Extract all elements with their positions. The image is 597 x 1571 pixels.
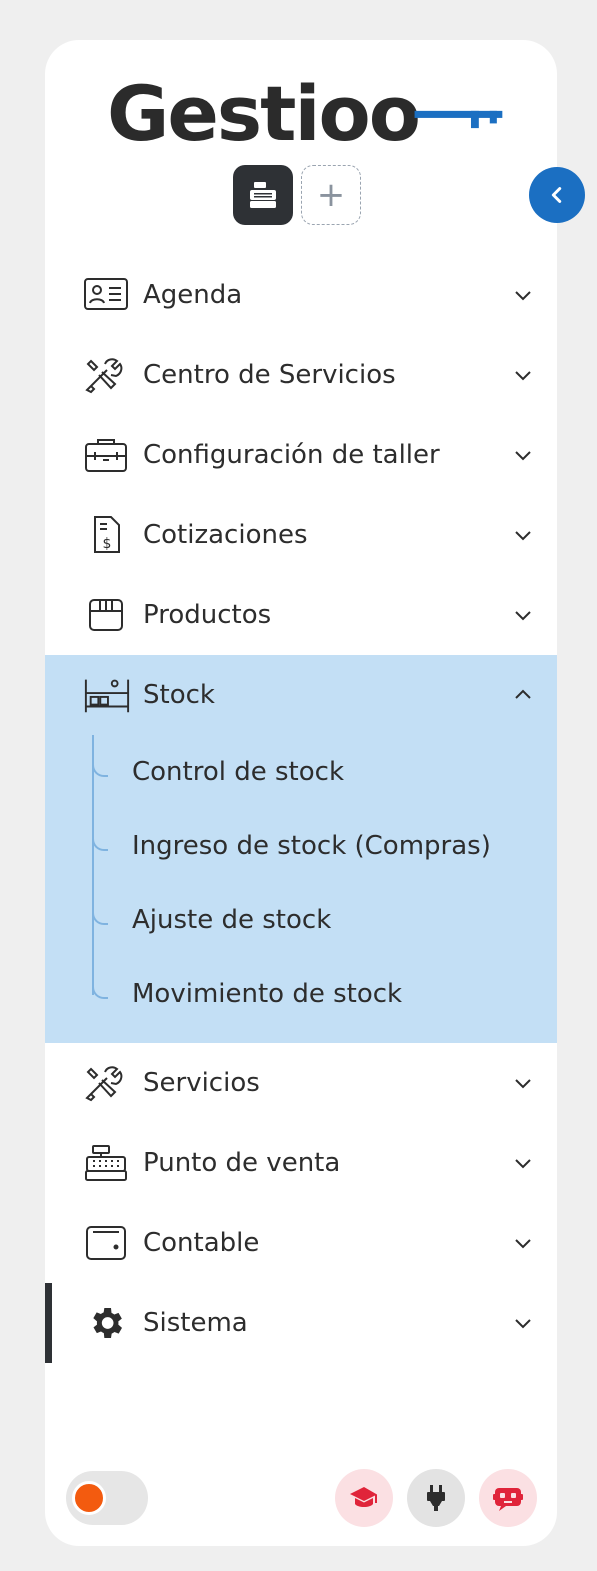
- gear-icon: [83, 1303, 131, 1343]
- chevron-down-icon: [515, 1159, 531, 1169]
- menu-item-label: Stock: [143, 680, 215, 710]
- chevron-down-icon: [515, 291, 531, 301]
- menu-item-sistema[interactable]: Sistema: [45, 1283, 557, 1363]
- support-chat-button[interactable]: [479, 1469, 537, 1527]
- submenu-item-control-de-stock[interactable]: Control de stock: [45, 735, 557, 809]
- submenu-item-label: Ingreso de stock (Compras): [132, 831, 491, 861]
- theme-toggle[interactable]: [66, 1471, 148, 1525]
- menu-item-label: Cotizaciones: [143, 520, 308, 550]
- chevron-down-icon: [515, 611, 531, 621]
- tree-branch: [92, 983, 108, 999]
- graduation-cap-icon: [350, 1487, 377, 1507]
- sidebar: Gestioo + Agenda Centro de Servicios Con…: [45, 40, 557, 1546]
- menu-item-label: Agenda: [143, 280, 243, 310]
- invoice-icon: $: [83, 515, 131, 555]
- stock-section: Stock Control de stock Ingreso de stock …: [45, 655, 557, 1043]
- workspace-pos-button[interactable]: [233, 165, 293, 225]
- chevron-down-icon: [515, 1319, 531, 1329]
- collapse-sidebar-button[interactable]: [529, 167, 585, 223]
- menu-item-centro-de-servicios[interactable]: Centro de Servicios: [45, 335, 557, 415]
- menu-item-cotizaciones[interactable]: $ Cotizaciones: [45, 495, 557, 575]
- plus-icon: +: [316, 175, 346, 215]
- chevron-down-icon: [515, 531, 531, 541]
- menu-item-agenda[interactable]: Agenda: [45, 255, 557, 335]
- cash-register-icon: [250, 182, 276, 208]
- cash-register-icon: [83, 1143, 131, 1183]
- logo-text: Gestioo: [107, 69, 421, 158]
- menu-item-label: Contable: [143, 1228, 260, 1258]
- menu-item-servicios[interactable]: Servicios: [45, 1043, 557, 1123]
- svg-text:$: $: [103, 536, 112, 552]
- wallet-icon: [83, 1223, 131, 1263]
- chevron-down-icon: [515, 451, 531, 461]
- menu: Agenda Centro de Servicios Configuración…: [45, 255, 557, 1363]
- toggle-knob: [72, 1481, 106, 1515]
- menu-item-productos[interactable]: Productos: [45, 575, 557, 655]
- chevron-up-icon: [515, 689, 531, 699]
- warehouse-icon: [83, 675, 131, 715]
- submenu-item-label: Control de stock: [132, 757, 345, 787]
- menu-item-label: Centro de Servicios: [143, 360, 396, 390]
- training-button[interactable]: [335, 1469, 393, 1527]
- tools-icon: [83, 355, 131, 395]
- menu-item-label: Punto de venta: [143, 1148, 341, 1178]
- plug-icon: [427, 1485, 445, 1511]
- toolbox-icon: [83, 435, 131, 475]
- submenu-item-ingreso-de-stock[interactable]: Ingreso de stock (Compras): [45, 809, 557, 883]
- integrations-button[interactable]: [407, 1469, 465, 1527]
- menu-item-label: Configuración de taller: [143, 440, 440, 470]
- tools-icon: [83, 1063, 131, 1103]
- tree-branch: [92, 909, 108, 925]
- submenu-item-label: Ajuste de stock: [132, 905, 332, 935]
- submenu-item-label: Movimiento de stock: [132, 979, 403, 1009]
- add-workspace-button[interactable]: +: [301, 165, 361, 225]
- workspace-switcher: +: [233, 165, 361, 225]
- key-icon: [414, 110, 503, 129]
- chevron-down-icon: [515, 371, 531, 381]
- menu-item-label: Sistema: [143, 1308, 248, 1338]
- menu-item-contable[interactable]: Contable: [45, 1203, 557, 1283]
- chevron-down-icon: [515, 1239, 531, 1249]
- submenu-item-movimiento-de-stock[interactable]: Movimiento de stock: [45, 957, 557, 1031]
- chevron-down-icon: [515, 1079, 531, 1089]
- menu-item-configuracion-de-taller[interactable]: Configuración de taller: [45, 415, 557, 495]
- sidebar-footer: [45, 1468, 557, 1528]
- menu-item-stock[interactable]: Stock: [45, 655, 557, 735]
- box-icon: [83, 595, 131, 635]
- menu-item-label: Servicios: [143, 1068, 260, 1098]
- tree-branch: [92, 835, 108, 851]
- submenu-item-ajuste-de-stock[interactable]: Ajuste de stock: [45, 883, 557, 957]
- active-indicator: [45, 1283, 52, 1363]
- menu-item-punto-de-venta[interactable]: Punto de venta: [45, 1123, 557, 1203]
- chevron-left-icon: [551, 187, 562, 203]
- menu-item-label: Productos: [143, 600, 272, 630]
- gestioo-logo[interactable]: Gestioo: [107, 74, 507, 154]
- tree-branch: [92, 761, 108, 777]
- chat-robot-icon: [493, 1488, 523, 1511]
- stock-submenu: Control de stock Ingreso de stock (Compr…: [45, 735, 557, 1043]
- contact-card-icon: [83, 275, 131, 315]
